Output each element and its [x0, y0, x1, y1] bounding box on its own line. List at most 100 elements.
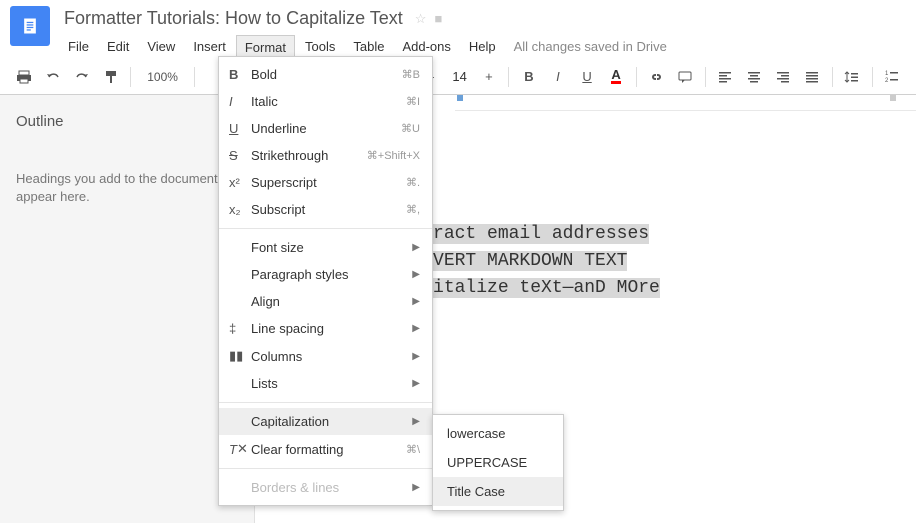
separator: [219, 468, 432, 469]
paint-icon: [103, 69, 119, 85]
menu-edit[interactable]: Edit: [99, 35, 137, 59]
align-right-button[interactable]: [770, 63, 797, 91]
bold-icon: B: [229, 67, 251, 82]
print-button[interactable]: [10, 63, 37, 91]
text-color-icon: A: [611, 69, 620, 84]
separator: [636, 67, 637, 87]
doc-icon: [20, 16, 40, 36]
underline-button[interactable]: U: [574, 63, 601, 91]
right-margin-marker[interactable]: [890, 95, 896, 101]
indent-marker[interactable]: [457, 95, 463, 101]
outline-title: Outline: [16, 113, 238, 130]
separator: [130, 67, 131, 87]
separator: [219, 228, 432, 229]
chevron-right-icon: ▶: [412, 416, 420, 427]
star-icon[interactable]: ☆: [415, 11, 427, 27]
align-left-button[interactable]: [712, 63, 739, 91]
zoom-select[interactable]: 100%: [137, 70, 188, 84]
separator: [705, 67, 706, 87]
format-lists[interactable]: Lists▶: [219, 370, 432, 397]
subscript-icon: x₂: [229, 202, 251, 217]
numbered-list-button[interactable]: 12: [879, 63, 906, 91]
svg-text:2: 2: [885, 78, 889, 84]
title-area: Formatter Tutorials: How to Capitalize T…: [60, 6, 906, 59]
docs-logo[interactable]: [10, 6, 50, 46]
align-center-button[interactable]: [741, 63, 768, 91]
align-justify-button[interactable]: [799, 63, 826, 91]
italic-icon: I: [229, 94, 251, 109]
format-line-spacing[interactable]: ‡Line spacing▶: [219, 315, 432, 342]
line-spacing-button[interactable]: [839, 63, 866, 91]
link-icon: [648, 69, 664, 85]
ruler[interactable]: [455, 95, 916, 111]
italic-button[interactable]: I: [544, 63, 571, 91]
cap-titlecase[interactable]: Title Case: [433, 477, 563, 506]
header: Formatter Tutorials: How to Capitalize T…: [0, 0, 916, 59]
format-dropdown: BBold⌘B IItalic⌘I UUnderline⌘U SStriketh…: [218, 56, 433, 506]
redo-button[interactable]: [68, 63, 95, 91]
comment-button[interactable]: [672, 63, 699, 91]
paint-format-button[interactable]: [97, 63, 124, 91]
undo-button[interactable]: [39, 63, 66, 91]
font-size-increase[interactable]: +: [475, 63, 502, 91]
document-title[interactable]: Formatter Tutorials: How to Capitalize T…: [60, 6, 407, 31]
menu-bar: File Edit View Insert Format Tools Table…: [60, 35, 906, 59]
text-color-button[interactable]: A: [603, 63, 630, 91]
superscript-icon: x²: [229, 175, 251, 190]
format-underline[interactable]: UUnderline⌘U: [219, 115, 432, 142]
line-spacing-icon: ‡: [229, 321, 251, 336]
redo-icon: [74, 69, 90, 85]
chevron-right-icon: ▶: [412, 242, 420, 253]
format-font-size[interactable]: Font size▶: [219, 234, 432, 261]
format-capitalization[interactable]: Capitalization▶: [219, 408, 432, 435]
format-borders: Borders & lines▶: [219, 474, 432, 501]
separator: [219, 402, 432, 403]
comment-icon: [677, 69, 693, 85]
chevron-right-icon: ▶: [412, 323, 420, 334]
outline-sidebar: Outline Headings you add to the document…: [0, 95, 255, 523]
cap-lowercase[interactable]: lowercase: [433, 419, 563, 448]
format-subscript[interactable]: x₂Subscript⌘,: [219, 196, 432, 223]
svg-text:1: 1: [885, 71, 889, 77]
menu-file[interactable]: File: [60, 35, 97, 59]
font-size-input[interactable]: 14: [446, 69, 473, 84]
chevron-right-icon: ▶: [412, 378, 420, 389]
format-superscript[interactable]: x²Superscript⌘.: [219, 169, 432, 196]
capitalization-submenu: lowercase UPPERCASE Title Case: [432, 414, 564, 511]
chevron-right-icon: ▶: [412, 269, 420, 280]
strike-icon: S: [229, 148, 251, 163]
outline-hint: Headings you add to the document appear …: [16, 170, 238, 206]
italic-icon: I: [556, 69, 560, 84]
underline-icon: U: [229, 121, 251, 136]
format-strikethrough[interactable]: SStrikethrough⌘+Shift+X: [219, 142, 432, 169]
format-italic[interactable]: IItalic⌘I: [219, 88, 432, 115]
format-clear[interactable]: T✕Clear formatting⌘\: [219, 435, 432, 463]
menu-help[interactable]: Help: [461, 35, 504, 59]
separator: [832, 67, 833, 87]
cap-uppercase[interactable]: UPPERCASE: [433, 448, 563, 477]
chevron-right-icon: ▶: [412, 296, 420, 307]
link-button[interactable]: [643, 63, 670, 91]
bold-icon: B: [524, 69, 533, 84]
chevron-right-icon: ▶: [412, 351, 420, 362]
menu-view[interactable]: View: [139, 35, 183, 59]
separator: [872, 67, 873, 87]
numbered-list-icon: 12: [884, 69, 900, 85]
align-justify-icon: [804, 69, 820, 85]
format-align[interactable]: Align▶: [219, 288, 432, 315]
format-paragraph-styles[interactable]: Paragraph styles▶: [219, 261, 432, 288]
bold-button[interactable]: B: [515, 63, 542, 91]
undo-icon: [45, 69, 61, 85]
underline-icon: U: [582, 69, 591, 84]
save-status: All changes saved in Drive: [506, 35, 675, 59]
separator: [194, 67, 195, 87]
align-left-icon: [717, 69, 733, 85]
separator: [508, 67, 509, 87]
chevron-right-icon: ▶: [412, 482, 420, 493]
print-icon: [16, 69, 32, 85]
format-columns[interactable]: ▮▮Columns▶: [219, 342, 432, 370]
align-center-icon: [746, 69, 762, 85]
format-bold[interactable]: BBold⌘B: [219, 61, 432, 88]
align-right-icon: [775, 69, 791, 85]
folder-icon[interactable]: ■: [434, 11, 442, 26]
